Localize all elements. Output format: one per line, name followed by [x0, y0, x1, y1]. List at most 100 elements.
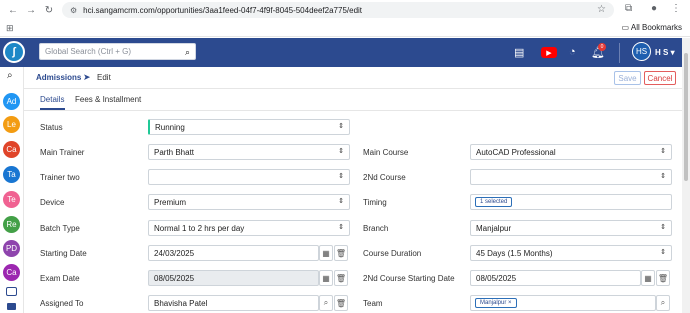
assigned-to-input[interactable]: Bhavisha Patel: [148, 295, 319, 311]
sidebar-item-ta[interactable]: Ta: [3, 166, 20, 183]
trash-icon[interactable]: 🗑︎: [334, 295, 348, 311]
youtube-icon[interactable]: ▶: [541, 47, 557, 58]
batch-type-select[interactable]: Normal 1 to 2 hrs per day ⇕: [148, 220, 350, 236]
team-multiselect[interactable]: Manjalpur ×: [470, 295, 656, 311]
sidebar-item-re[interactable]: Re: [3, 216, 20, 233]
branch-select[interactable]: Manjalpur ⇕: [470, 220, 672, 236]
team-chip[interactable]: Manjalpur ×: [475, 298, 517, 308]
device-select[interactable]: Premium ⇕: [148, 194, 350, 210]
document-search-icon[interactable]: ▤: [514, 46, 524, 59]
second-course-start-label: 2Nd Course Starting Date: [363, 274, 455, 283]
bookmarks-bar: ⊞ ▭ All Bookmarks: [0, 20, 690, 37]
sidebar-item-te[interactable]: Te: [3, 191, 20, 208]
sidebar-search-icon[interactable]: ⌕: [7, 70, 13, 81]
tab-details[interactable]: Details: [40, 95, 64, 104]
sidebar-item-label: PD: [5, 244, 18, 253]
folder-icon: ▭: [621, 23, 631, 32]
user-name: H S: [655, 48, 669, 57]
branch-label: Branch: [363, 224, 389, 233]
second-course-start-value: 08/05/2025: [476, 273, 517, 283]
trash-icon[interactable]: 🗑︎: [334, 245, 348, 261]
bookmark-star-icon[interactable]: ☆: [597, 4, 606, 15]
select-caret-icon: ⇕: [660, 173, 666, 180]
user-menu[interactable]: H S ▾: [655, 48, 675, 57]
avatar[interactable]: HS: [632, 42, 651, 61]
trainer-two-select[interactable]: ⇕: [148, 169, 350, 185]
chart-icon[interactable]: ◔: [569, 46, 576, 58]
save-button[interactable]: Save: [614, 71, 641, 85]
main-trainer-label: Main Trainer: [40, 148, 85, 157]
main-trainer-value: Parth Bhatt: [154, 147, 195, 157]
site-info-icon[interactable]: ⚙: [70, 6, 77, 15]
main-course-select[interactable]: AutoCAD Professional ⇕: [470, 144, 672, 160]
select-caret-icon: ⇕: [338, 123, 344, 130]
all-bookmarks[interactable]: ▭ All Bookmarks: [622, 23, 682, 32]
lookup-search-icon[interactable]: ⌕: [656, 295, 670, 311]
back-arrow-icon[interactable]: ←: [6, 3, 20, 17]
sidebar-item-label: Re: [6, 220, 17, 229]
url-text: hci.sangamcrm.com/opportunities/3aa1feed…: [83, 5, 363, 15]
tab-divider: [24, 110, 682, 111]
sidebar-item-label: Ca: [6, 145, 17, 154]
address-bar[interactable]: ⚙ hci.sangamcrm.com/opportunities/3aa1fe…: [62, 2, 614, 18]
apps-grid-icon[interactable]: ⊞: [6, 23, 14, 34]
reload-icon[interactable]: ↻: [42, 3, 56, 17]
main-trainer-select[interactable]: Parth Bhatt ⇕: [148, 144, 350, 160]
calendar-icon[interactable]: ▦: [319, 245, 333, 261]
breadcrumb-arrow-icon: ➤: [83, 72, 91, 82]
second-course-select[interactable]: ⇕: [470, 169, 672, 185]
sidebar-item-label: Le: [7, 120, 16, 129]
select-caret-icon: ⇕: [338, 198, 344, 205]
forward-arrow-icon[interactable]: →: [24, 3, 38, 17]
sidebar-item-label: Te: [7, 195, 16, 204]
extensions-icon[interactable]: ⧉: [625, 3, 632, 14]
team-label: Team: [363, 299, 383, 308]
calendar-icon[interactable]: ▦: [319, 270, 333, 286]
chip-remove-icon[interactable]: ×: [508, 300, 512, 306]
app-header: ʃ Global Search (Ctrl + G) ⌕ ▤ ▶ ◔ 🔔︎ 0 …: [0, 38, 682, 67]
sidebar-item-pd[interactable]: PD: [3, 240, 20, 257]
cancel-button[interactable]: Cancel: [644, 71, 676, 85]
sidebar-grid-icon[interactable]: [6, 287, 17, 296]
breadcrumb-current: Edit: [97, 73, 111, 82]
sidebar-item-ca[interactable]: Ca: [3, 141, 20, 158]
app-logo[interactable]: ʃ: [3, 41, 25, 63]
trash-icon[interactable]: 🗑︎: [656, 270, 670, 286]
device-label: Device: [40, 198, 65, 207]
global-search-input[interactable]: Global Search (Ctrl + G) ⌕: [39, 43, 196, 60]
search-icon[interactable]: ⌕: [185, 47, 190, 58]
notification-badge: 0: [598, 43, 606, 51]
all-bookmarks-label: All Bookmarks: [630, 23, 682, 32]
sidebar-item-label: Ta: [7, 170, 16, 179]
breadcrumb-admissions[interactable]: Admissions: [36, 73, 81, 82]
course-duration-label: Course Duration: [363, 249, 422, 258]
sidebar-book-icon[interactable]: [7, 303, 16, 310]
starting-date-label: Starting Date: [40, 249, 87, 258]
trainer-two-label: Trainer two: [40, 173, 80, 182]
main-course-label: Main Course: [363, 148, 409, 157]
sidebar-item-ad[interactable]: Ad: [3, 93, 20, 110]
status-label: Status: [40, 123, 63, 132]
sidebar-item-ca-2[interactable]: Ca: [3, 264, 20, 281]
exam-date-label: Exam Date: [40, 274, 80, 283]
sidebar-item-le[interactable]: Le: [3, 116, 20, 133]
scrollbar-thumb[interactable]: [684, 53, 688, 181]
lookup-search-icon[interactable]: ⌕: [319, 295, 333, 311]
sidebar-item-label: Ca: [6, 268, 17, 277]
starting-date-input[interactable]: 24/03/2025: [148, 245, 319, 261]
profile-icon[interactable]: ●: [651, 3, 657, 14]
second-course-start-input[interactable]: 08/05/2025: [470, 270, 641, 286]
team-chip-label: Manjalpur: [480, 300, 507, 306]
header-divider: [619, 43, 620, 63]
exam-date-value: 08/05/2025: [154, 273, 195, 283]
chrome-menu-icon[interactable]: ⋮: [671, 3, 681, 14]
course-duration-select[interactable]: 45 Days (1.5 Months) ⇕: [470, 245, 672, 261]
tab-fees-installment[interactable]: Fees & Installment: [75, 95, 141, 104]
timing-multiselect[interactable]: 1 selected: [470, 194, 672, 210]
status-select[interactable]: Running ⇕: [148, 119, 350, 135]
trash-icon[interactable]: 🗑︎: [334, 270, 348, 286]
calendar-icon[interactable]: ▦: [641, 270, 655, 286]
browser-toolbar: ← → ↻ ⚙ hci.sangamcrm.com/opportunities/…: [0, 0, 690, 20]
exam-date-input[interactable]: 08/05/2025: [148, 270, 319, 286]
assigned-to-value: Bhavisha Patel: [154, 298, 208, 308]
